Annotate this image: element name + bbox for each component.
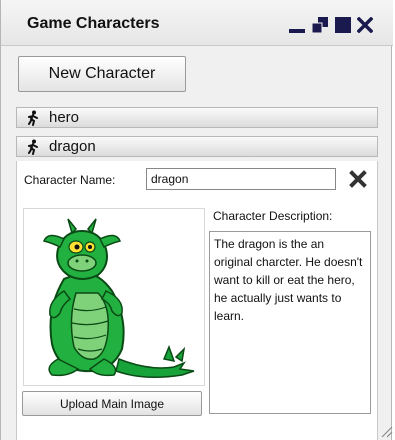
character-main-image [23,208,205,386]
character-name-label: Character Name: [24,173,116,187]
window-titlebar[interactable]: Game Characters [1,0,393,46]
walking-figure-icon [28,110,38,126]
restore-icon[interactable] [312,17,328,33]
minimize-icon[interactable] [289,17,305,33]
walking-figure-icon [28,139,38,155]
window-title: Game Characters [27,15,160,32]
character-description-textarea[interactable]: The dragon is the an original charcter. … [209,231,371,414]
dragon-image [42,218,195,378]
new-character-button[interactable]: New Character [18,56,186,92]
character-name-input[interactable] [146,168,336,190]
character-list-item-hero[interactable]: hero [16,107,378,128]
close-icon[interactable] [357,17,373,33]
upload-main-image-button[interactable]: Upload Main Image [22,391,202,416]
resize-grip-icon[interactable] [379,424,393,438]
delete-character-icon[interactable] [349,170,367,188]
game-characters-window: Game Characters New Character hero drago… [0,0,393,440]
character-name: dragon [49,138,96,155]
character-name: hero [49,109,80,126]
character-description-label: Character Description: [213,209,333,223]
maximize-icon[interactable] [335,17,351,33]
character-list-item-dragon[interactable]: dragon [16,136,378,157]
